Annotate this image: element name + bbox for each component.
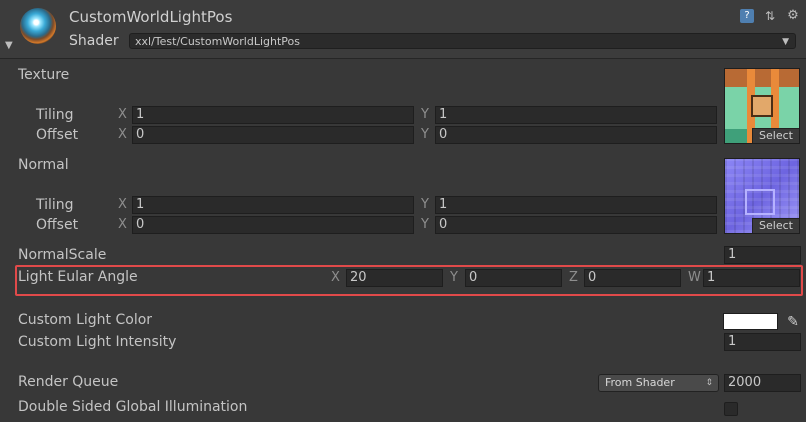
- chevron-down-icon: ▼: [782, 37, 789, 47]
- light-euler-z-axis: Z: [569, 270, 578, 285]
- normal-scale-label: NormalScale: [18, 247, 107, 263]
- light-euler-x-axis: X: [331, 270, 340, 285]
- texture-tiling-x-field[interactable]: 1: [132, 106, 414, 124]
- light-euler-y-field[interactable]: 0: [465, 269, 562, 287]
- texture-tiling-x-axis: X: [118, 107, 127, 122]
- light-euler-z-field[interactable]: 0: [584, 269, 681, 287]
- help-icon[interactable]: ?: [740, 9, 754, 23]
- normal-thumbnail-detail: [745, 189, 775, 215]
- render-queue-label: Render Queue: [18, 374, 119, 390]
- fold-triangle-icon[interactable]: ▼: [5, 40, 13, 51]
- normal-tiling-y-field[interactable]: 1: [435, 196, 717, 214]
- texture-label: Texture: [18, 67, 70, 83]
- texture-select-button[interactable]: Select: [752, 128, 799, 143]
- shader-dropdown-value: xxl/Test/CustomWorldLightPos: [135, 35, 300, 48]
- shader-label: Shader: [69, 33, 119, 49]
- gear-icon[interactable]: ⚙: [786, 9, 800, 23]
- texture-offset-y-axis: Y: [421, 127, 429, 142]
- shader-dropdown[interactable]: xxl/Test/CustomWorldLightPos ▼: [129, 33, 796, 49]
- texture-offset-label: Offset: [36, 127, 79, 143]
- light-euler-y-axis: Y: [450, 270, 458, 285]
- normal-offset-x-field[interactable]: 0: [132, 216, 414, 234]
- normal-select-button[interactable]: Select: [752, 218, 799, 233]
- normal-thumbnail[interactable]: Select: [724, 158, 800, 234]
- chevron-updown-icon: ⇕: [705, 378, 713, 388]
- normal-offset-label: Offset: [36, 217, 79, 233]
- custom-light-intensity-field[interactable]: 1: [724, 333, 801, 351]
- texture-thumbnail[interactable]: Select: [724, 68, 800, 144]
- texture-offset-x-field[interactable]: 0: [132, 126, 414, 144]
- custom-light-color-swatch[interactable]: [723, 313, 778, 330]
- normal-offset-y-field[interactable]: 0: [435, 216, 717, 234]
- eyedropper-icon[interactable]: ✎: [784, 313, 802, 331]
- light-euler-label: Light Eular Angle: [18, 269, 138, 285]
- material-title: CustomWorldLightPos: [69, 8, 233, 26]
- custom-light-color-label: Custom Light Color: [18, 312, 153, 328]
- texture-tiling-y-field[interactable]: 1: [435, 106, 717, 124]
- normal-tiling-label: Tiling: [36, 197, 74, 213]
- normal-offset-y-axis: Y: [421, 217, 429, 232]
- normal-tiling-x-field[interactable]: 1: [132, 196, 414, 214]
- light-euler-x-field[interactable]: 20: [346, 269, 443, 287]
- render-queue-dropdown[interactable]: From Shader ⇕: [598, 374, 719, 392]
- texture-offset-x-axis: X: [118, 127, 127, 142]
- normal-offset-x-axis: X: [118, 217, 127, 232]
- normal-label: Normal: [18, 157, 69, 173]
- texture-tiling-y-axis: Y: [421, 107, 429, 122]
- double-sided-gi-checkbox[interactable]: [724, 402, 738, 416]
- normal-tiling-x-axis: X: [118, 197, 127, 212]
- normal-scale-field[interactable]: 1: [724, 246, 801, 264]
- light-euler-w-axis: W: [688, 270, 701, 285]
- double-sided-gi-label: Double Sided Global Illumination: [18, 399, 248, 415]
- render-queue-mode: From Shader: [605, 376, 675, 389]
- preset-icon[interactable]: ⇅: [763, 9, 777, 23]
- texture-tiling-label: Tiling: [36, 107, 74, 123]
- material-sphere-icon: [20, 8, 56, 44]
- normal-tiling-y-axis: Y: [421, 197, 429, 212]
- texture-thumbnail-detail: [751, 95, 773, 117]
- render-queue-field[interactable]: 2000: [724, 374, 801, 392]
- texture-offset-y-field[interactable]: 0: [435, 126, 717, 144]
- light-euler-w-field[interactable]: 1: [703, 269, 800, 287]
- custom-light-intensity-label: Custom Light Intensity: [18, 334, 177, 350]
